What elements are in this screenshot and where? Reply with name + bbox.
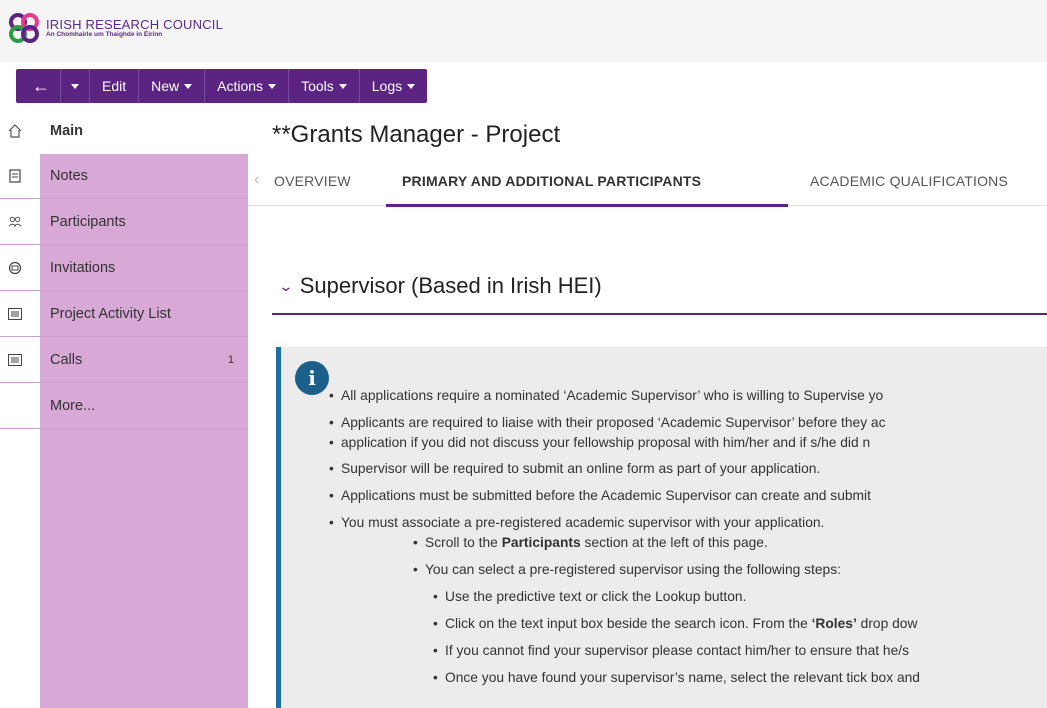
list-item: Applicants are required to liaise with t… bbox=[329, 416, 885, 430]
document-icon bbox=[8, 168, 22, 183]
back-button[interactable]: ← bbox=[16, 69, 61, 103]
brand-subtitle: An Chomhairle um Thaighde in Éirinn bbox=[46, 30, 163, 38]
list-icon bbox=[8, 353, 22, 367]
sidebar-item-invitations[interactable]: Invitations bbox=[0, 245, 248, 291]
sidebar-item-label: Notes bbox=[50, 167, 88, 184]
edit-label: Edit bbox=[102, 78, 127, 94]
irc-logo-icon bbox=[9, 13, 39, 43]
info-icon: i bbox=[295, 361, 329, 395]
sidebar-item-participants[interactable]: Participants bbox=[0, 199, 248, 245]
sidebar-item-label: Main bbox=[50, 123, 84, 139]
tools-label: Tools bbox=[301, 78, 334, 94]
new-button[interactable]: New bbox=[139, 69, 206, 103]
actions-label: Actions bbox=[217, 78, 264, 94]
sidebar-item-label: Invitations bbox=[50, 259, 116, 276]
back-arrow-icon: ← bbox=[32, 75, 50, 96]
sidebar-item-notes[interactable]: Notes bbox=[0, 153, 248, 199]
list-item: Supervisor will be required to submit an… bbox=[329, 462, 820, 476]
tab-bar: ‹ OVERVIEW PRIMARY AND ADDITIONAL PARTIC… bbox=[248, 161, 1047, 207]
section-divider bbox=[272, 313, 1047, 315]
sidebar-item-calls[interactable]: Calls 1 bbox=[0, 337, 248, 383]
sidebar-item-project-activity-list[interactable]: Project Activity List bbox=[0, 291, 248, 337]
section-header-supervisor[interactable]: ⌄ Supervisor (Based in Irish HEI) bbox=[278, 273, 602, 299]
list-item-text: Click on the text input box beside the s… bbox=[445, 616, 812, 631]
list-icon bbox=[8, 307, 22, 321]
logs-label: Logs bbox=[371, 78, 403, 94]
list-item: Click on the text input box beside the s… bbox=[433, 616, 918, 631]
back-dropdown-button[interactable] bbox=[61, 69, 90, 103]
main-content: **Grants Manager - Project ‹ OVERVIEW PR… bbox=[248, 109, 1047, 708]
sidebar-item-label: More... bbox=[50, 397, 96, 414]
list-item: You must associate a pre-registered acad… bbox=[329, 516, 824, 530]
list-item-continuation: application if you did not discuss your … bbox=[329, 435, 871, 450]
page-title: **Grants Manager - Project bbox=[272, 121, 561, 148]
tab-overview[interactable]: OVERVIEW bbox=[274, 173, 351, 189]
calls-count-badge: 1 bbox=[227, 353, 234, 366]
chevron-down-icon bbox=[184, 83, 193, 89]
top-header: IRISH RESEARCH COUNCIL An Chomhairle um … bbox=[0, 0, 1047, 62]
tab-primary-and-additional-participants[interactable]: PRIMARY AND ADDITIONAL PARTICIPANTS bbox=[402, 173, 701, 189]
list-item-text: application if you did not discuss your … bbox=[341, 435, 871, 450]
home-icon bbox=[8, 124, 22, 138]
toolbar-group-left: ← Edit New Actions Tools Logs bbox=[16, 69, 428, 103]
invitation-icon bbox=[8, 261, 22, 275]
people-icon bbox=[8, 215, 22, 229]
list-item-text: drop dow bbox=[856, 616, 918, 631]
active-tab-indicator bbox=[386, 204, 788, 207]
list-item: Use the predictive text or click the Loo… bbox=[433, 590, 746, 604]
brand-logo[interactable]: IRISH RESEARCH COUNCIL An Chomhairle um … bbox=[6, 10, 223, 46]
chevron-down-icon bbox=[268, 83, 277, 89]
logs-button[interactable]: Logs bbox=[360, 69, 427, 103]
list-item: Scroll to the Participants section at th… bbox=[413, 535, 768, 550]
tools-button[interactable]: Tools bbox=[289, 69, 360, 103]
sidebar-item-main[interactable]: Main bbox=[0, 109, 248, 153]
list-item-text: section at the left of this page. bbox=[580, 535, 768, 550]
chevron-down-icon bbox=[338, 83, 347, 89]
chevron-down-icon bbox=[71, 83, 79, 89]
section-title: Supervisor (Based in Irish HEI) bbox=[299, 273, 602, 298]
chevron-left-icon[interactable]: ‹ bbox=[254, 171, 259, 189]
info-box: i All applications require a nominated ‘… bbox=[276, 347, 1047, 708]
sidebar-item-label: Calls bbox=[50, 351, 83, 368]
brand-title: IRISH RESEARCH COUNCIL bbox=[46, 16, 224, 32]
edit-button[interactable]: Edit bbox=[90, 69, 140, 103]
chevron-down-icon bbox=[407, 83, 416, 89]
tab-academic-qualifications[interactable]: ACADEMIC QUALIFICATIONS bbox=[810, 173, 1008, 189]
sidebar-item-more[interactable]: More... bbox=[0, 383, 248, 429]
sidebar: Main Notes Participants Invitations Proj… bbox=[0, 109, 248, 708]
list-item: You can select a pre-registered supervis… bbox=[413, 563, 841, 577]
toolbar: ← Edit New Actions Tools Logs bbox=[16, 69, 428, 103]
list-item: Once you have found your supervisor’s na… bbox=[433, 671, 920, 685]
list-item: All applications require a nominated ‘Ac… bbox=[329, 389, 883, 403]
list-item: If you cannot find your supervisor pleas… bbox=[433, 644, 909, 658]
list-item: Applications must be submitted before th… bbox=[329, 489, 871, 503]
new-label: New bbox=[151, 78, 180, 94]
sidebar-item-label: Participants bbox=[50, 213, 126, 230]
list-item-bold-text: Participants bbox=[501, 535, 581, 550]
actions-button[interactable]: Actions bbox=[205, 69, 290, 103]
chevron-down-icon: ⌄ bbox=[278, 277, 294, 294]
list-item-bold-text: ‘Roles’ bbox=[811, 616, 857, 631]
list-item-text: Scroll to the bbox=[425, 535, 502, 550]
sidebar-item-label: Project Activity List bbox=[50, 305, 171, 322]
